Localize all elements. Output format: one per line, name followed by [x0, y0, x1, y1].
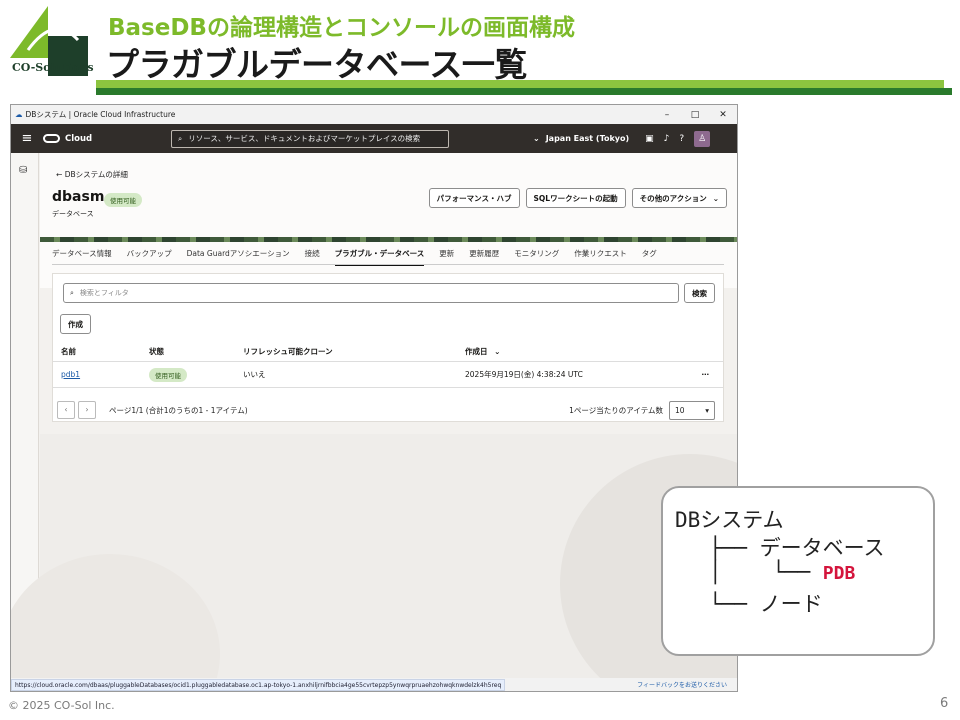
page-content: ← DBシステムの詳細 dbasm 使用可能 データベース パフォーマンス・ハブ… — [11, 153, 737, 691]
row-actions-icon[interactable]: ⋯ — [702, 370, 710, 379]
database-type: データベース — [52, 210, 94, 218]
refreshable-clone-value: いいえ — [243, 370, 266, 379]
browser-window: ☁ DBシステム | Oracle Cloud Infrastructure –… — [10, 104, 738, 692]
pdb-table: 名前 状態 リフレッシュ可能クローン 作成日 ⌄ pdb1 使用可能 いいえ 2… — [53, 342, 723, 388]
header-rule-dark — [96, 88, 952, 95]
tree-pdb-label: PDB — [822, 563, 856, 584]
tree-database-label: データベース — [759, 536, 885, 560]
notification-bell-icon[interactable]: ♪ — [664, 134, 670, 144]
status-badge: 使用可能 — [104, 193, 142, 207]
feedback-link[interactable]: フィードバックをお送りください — [637, 680, 727, 689]
previous-page-button[interactable]: ‹ — [57, 401, 75, 419]
slide-title: プラガブルデータベース一覧 — [106, 45, 527, 84]
status-badge: 使用可能 — [149, 367, 187, 382]
search-button[interactable]: 検索 — [684, 283, 715, 303]
header-rule-green — [96, 80, 944, 88]
help-icon[interactable]: ? — [679, 134, 684, 144]
tree-node: └── ノード — [709, 592, 823, 616]
pager-text: ページ1/1 (合計1のうちの1 - 1アイテム) — [109, 405, 248, 415]
hamburger-menu-icon[interactable]: ≡ — [11, 131, 43, 146]
oracle-ring-icon — [43, 134, 60, 143]
brand-label: Cloud — [65, 133, 93, 144]
decorative-banner — [40, 237, 737, 242]
chevron-down-icon: ⌄ — [712, 193, 719, 203]
page-number: 6 — [940, 696, 949, 711]
oracle-tab-icon: ☁ — [15, 110, 23, 119]
database-icon[interactable]: ⛁ — [19, 165, 27, 176]
chevron-down-icon: ⌄ — [533, 134, 540, 143]
pdb-list-panel: ⌕ 検索とフィルタ 検索 作成 名前 状態 リフレッシュ可能クローン 作成日 ⌄ — [52, 273, 724, 422]
oracle-cloud-logo[interactable]: Cloud — [43, 134, 171, 144]
logo-text: CO-Solutions — [12, 61, 94, 74]
tree-pdb: │ └── PDB — [709, 560, 856, 584]
per-page-value: 10 — [675, 405, 685, 415]
tree-node-label: ノード — [759, 592, 823, 616]
background-decoration — [11, 554, 220, 691]
slide-subtitle: BaseDBの論理構造とコンソールの画面構成 — [108, 15, 575, 41]
column-refreshable-clone[interactable]: リフレッシュ可能クローン — [243, 346, 465, 357]
search-icon: ⌕ — [70, 288, 74, 297]
global-search-input[interactable]: ⌕ リソース、サービス、ドキュメントおよびマーケットプレイスの検索 — [171, 129, 449, 148]
user-avatar-icon[interactable]: ♙ — [694, 130, 711, 147]
per-page-select[interactable]: 10 ▾ — [669, 400, 715, 420]
pagination: ‹ › ページ1/1 (合計1のうちの1 - 1アイテム) 1ページ当たりのアイ… — [53, 398, 723, 422]
per-page-label: 1ページ当たりのアイテム数 — [569, 405, 663, 415]
sql-worksheet-button[interactable]: SQLワークシートの起動 — [525, 188, 626, 208]
performance-hub-button[interactable]: パフォーマンス・ハブ — [428, 188, 520, 208]
browser-status-bar: https://cloud.oracle.com/dbaas/pluggable… — [11, 678, 737, 691]
pdb-name-link[interactable]: pdb1 — [61, 370, 80, 379]
close-button[interactable]: ✕ — [709, 110, 737, 120]
copyright: © 2025 CO-Sol Inc. — [8, 699, 115, 712]
region-label: Japan East (Tokyo) — [545, 134, 630, 143]
oci-top-bar: ≡ Cloud ⌕ リソース、サービス、ドキュメントおよびマーケットプレイスの検… — [11, 124, 737, 153]
arrow-left-icon: ← — [56, 170, 63, 179]
cloud-shell-icon[interactable]: ▣ — [645, 134, 654, 144]
tree-root: DBシステム — [675, 508, 784, 532]
column-created-label: 作成日 — [465, 347, 488, 356]
minimize-button[interactable]: – — [653, 110, 681, 120]
back-link-label: DBシステムの詳細 — [64, 170, 128, 179]
table-header: 名前 状態 リフレッシュ可能クローン 作成日 ⌄ — [53, 342, 723, 362]
column-name[interactable]: 名前 — [61, 346, 149, 357]
column-created[interactable]: 作成日 ⌄ — [465, 346, 701, 357]
filter-placeholder: 検索とフィルタ — [79, 289, 129, 297]
created-date: 2025年9月19日(金) 4:38:24 UTC — [465, 370, 583, 379]
create-button[interactable]: 作成 — [60, 314, 91, 334]
caret-down-icon: ▾ — [705, 405, 709, 415]
region-selector[interactable]: ⌄ Japan East (Tokyo) — [533, 134, 629, 143]
more-actions-label: その他のアクション — [639, 193, 707, 203]
window-titlebar: ☁ DBシステム | Oracle Cloud Infrastructure –… — [11, 105, 737, 124]
more-actions-button[interactable]: その他のアクション ⌄ — [631, 188, 727, 208]
search-placeholder: リソース、サービス、ドキュメントおよびマーケットプレイスの検索 — [188, 134, 421, 143]
status-url: https://cloud.oracle.com/dbaas/pluggable… — [11, 678, 506, 691]
maximize-button[interactable]: □ — [681, 110, 709, 120]
page-background — [11, 434, 737, 691]
page-header: ← DBシステムの詳細 dbasm 使用可能 データベース パフォーマンス・ハブ… — [40, 153, 737, 288]
back-link[interactable]: ← DBシステムの詳細 — [56, 169, 128, 180]
column-status[interactable]: 状態 — [149, 346, 243, 357]
window-title: DBシステム | Oracle Cloud Infrastructure — [25, 110, 176, 119]
sort-chevron-icon: ⌄ — [494, 347, 501, 356]
tree-database: ├── データベース — [709, 536, 885, 560]
hierarchy-callout: DBシステム ├── データベース │ └── PDB └── ノード — [661, 486, 935, 656]
search-icon: ⌕ — [178, 133, 183, 143]
tab-divider — [52, 264, 724, 265]
table-row: pdb1 使用可能 いいえ 2025年9月19日(金) 4:38:24 UTC … — [53, 362, 723, 388]
filter-input[interactable]: ⌕ 検索とフィルタ — [63, 283, 679, 303]
database-name: dbasm — [52, 189, 105, 205]
next-page-button[interactable]: › — [78, 401, 96, 419]
